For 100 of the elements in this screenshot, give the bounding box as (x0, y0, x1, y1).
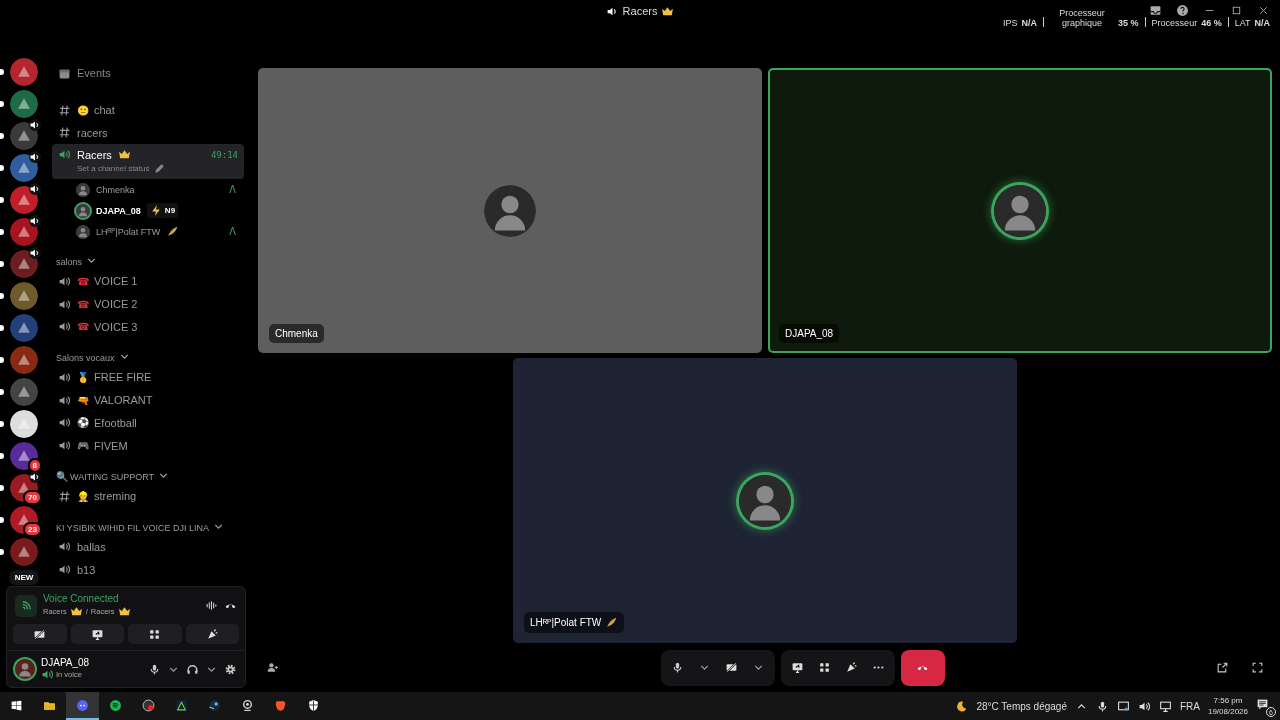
server-icon[interactable] (10, 250, 38, 278)
close-button[interactable] (1257, 4, 1270, 17)
clock-date[interactable]: 19/08/2026 (1207, 706, 1248, 717)
server-icon[interactable] (10, 218, 38, 246)
deafen-button[interactable] (186, 662, 199, 676)
stat-value: 46 % (1201, 18, 1222, 28)
waveform-icon (205, 599, 218, 612)
record-app-icon (142, 698, 155, 712)
hash-icon (58, 489, 71, 503)
camera-off-icon (33, 627, 47, 641)
leave-call-button[interactable] (900, 649, 945, 686)
channel-item[interactable]: ballas (52, 535, 244, 559)
member-tag: N9 (146, 203, 179, 219)
activities-button[interactable] (128, 624, 182, 644)
display-icon (1116, 699, 1130, 713)
maximize-icon (1230, 4, 1243, 17)
activity-indicator: Λ (229, 184, 236, 196)
channel-item[interactable]: ⚽ Efootball (52, 411, 244, 435)
webcam-icon (241, 698, 254, 712)
channel-item[interactable]: 🎮 FIVEM (52, 434, 244, 457)
music-app-icon (109, 698, 122, 712)
moon-icon (955, 699, 969, 713)
maximize-button[interactable] (1230, 4, 1243, 17)
activity-indicator: Λ (229, 226, 236, 238)
headphones-icon (186, 662, 199, 676)
close-icon (1257, 4, 1270, 17)
video-tile[interactable]: DJAPA_08 (768, 68, 1272, 353)
category-label[interactable]: KI YSIBIK WIHID FIL VOICE DJI LINA (56, 522, 210, 533)
taskbar-app[interactable] (66, 692, 99, 720)
category-label[interactable]: WAITING SUPPORT (70, 471, 154, 482)
clock-time[interactable]: 7:56 pm (1213, 695, 1243, 706)
screen-share-icon (790, 661, 804, 674)
server-icon[interactable] (10, 538, 38, 566)
channel-item[interactable]: ☎ VOICE 1 (52, 270, 244, 293)
fullscreen-icon (1251, 661, 1264, 674)
username: DJAPA_08 (41, 657, 91, 668)
settings-button[interactable] (224, 662, 237, 676)
steam-icon (208, 698, 221, 712)
hash-icon (58, 126, 71, 140)
channel-emoji: 🎮 (77, 440, 88, 452)
server-icon[interactable] (10, 442, 38, 470)
member-name[interactable]: DJAPA_08 (96, 205, 141, 216)
stat-label: Processeur (1151, 18, 1198, 28)
channel-item[interactable]: Events (52, 62, 244, 85)
video-tile[interactable]: Chmenka (258, 68, 762, 353)
server-icon[interactable] (10, 314, 38, 342)
stat-label: IPS (1003, 18, 1018, 28)
inbox-button[interactable] (1149, 4, 1162, 17)
tray-button[interactable] (1116, 699, 1130, 713)
member-name[interactable]: LHᴿᴾ|Polat FTW (96, 226, 161, 237)
video-tile[interactable]: LHᴿᴾ|Polat FTW (513, 358, 1017, 643)
channel-item[interactable]: 🔫 VALORANT (52, 388, 244, 412)
channel-item[interactable]: 🥇 FREE FIRE (52, 366, 244, 389)
server-icon[interactable] (10, 154, 38, 182)
category-label[interactable]: salons (56, 257, 82, 268)
channel-item[interactable]: racers (52, 121, 244, 145)
camera-off-icon (724, 661, 738, 674)
server-icon[interactable] (10, 282, 38, 310)
mute-button[interactable] (148, 662, 161, 676)
channel-item[interactable]: ☎ VOICE 2 (52, 292, 244, 316)
window-title: Racers (622, 5, 658, 17)
server-icon[interactable] (10, 90, 38, 118)
camera-button[interactable] (13, 624, 67, 644)
channel-emoji: ☎ (77, 321, 88, 333)
server-icon[interactable] (10, 122, 38, 150)
stat-value: N/A (1254, 18, 1270, 28)
tray-button[interactable] (1158, 699, 1172, 713)
channel-item[interactable]: 🙂 chat (52, 98, 244, 122)
participant-name: Chmenka (269, 324, 324, 343)
stat-value: 35 % (1118, 18, 1139, 28)
server-icon[interactable] (10, 346, 38, 374)
channel-emoji: 👷 (77, 490, 88, 502)
screen-share-button[interactable] (70, 624, 124, 644)
noise-button[interactable] (205, 599, 218, 612)
crown-icon (69, 605, 83, 618)
participant-name: LHᴿᴾ|Polat FTW (530, 617, 602, 628)
server-icon[interactable] (10, 378, 38, 406)
soundboard-button[interactable] (185, 624, 239, 644)
channel-item[interactable]: b13 (52, 558, 244, 581)
notifications-icon[interactable] (1256, 698, 1269, 711)
lion-browser-icon (274, 698, 287, 712)
lightning-icon (149, 204, 163, 218)
inbox-icon (1149, 4, 1162, 17)
settings-icon (224, 662, 237, 676)
new-badge: NEW (6, 568, 42, 587)
member-name[interactable]: Chmenka (96, 184, 135, 195)
channel-item[interactable]: ☎ VOICE 3 (52, 315, 244, 339)
server-icon[interactable] (10, 58, 38, 86)
add-person-icon (266, 661, 279, 674)
shield-icon (307, 698, 320, 712)
server-icon[interactable] (10, 410, 38, 438)
game-app-icon (175, 698, 188, 712)
channel-item[interactable]: 👷 streming (52, 484, 244, 508)
help-button[interactable] (1176, 4, 1189, 17)
language-indicator[interactable]: FRA (1179, 700, 1200, 712)
stat-label: LAT (1234, 18, 1251, 28)
channel-item[interactable]: Racers 49:14 Set a channel status (52, 144, 244, 180)
channel-emoji: 🙂 (77, 104, 88, 116)
server-icon[interactable] (10, 186, 38, 214)
category-label[interactable]: Salons vocaux (56, 353, 115, 364)
